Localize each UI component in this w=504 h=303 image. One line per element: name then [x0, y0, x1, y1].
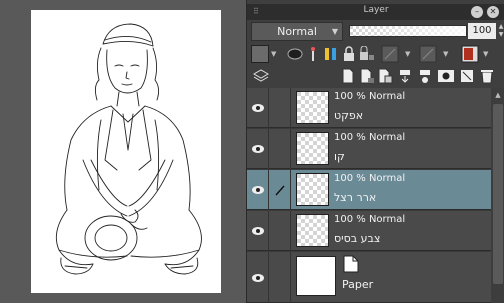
edit-target-cell[interactable] — [269, 129, 291, 169]
layer-row[interactable]: 100 % Normal קו — [247, 129, 491, 169]
visibility-toggle[interactable] — [247, 170, 269, 210]
visibility-toggle[interactable] — [247, 252, 269, 303]
chevron-down-icon[interactable]: ▼ — [271, 44, 276, 64]
layer-thumbnail — [296, 173, 329, 206]
layer-name[interactable]: Paper — [342, 278, 373, 291]
clear-layer-icon[interactable] — [459, 66, 475, 86]
pen-icon — [274, 185, 285, 196]
reference-icon[interactable] — [307, 44, 319, 64]
layer-thumbnail — [296, 256, 336, 296]
palette-color-icon[interactable] — [419, 44, 443, 64]
layer-mode: 100 % Normal — [334, 91, 406, 102]
blend-mode-select[interactable]: Normal ▼ — [251, 22, 343, 41]
visibility-toggle[interactable] — [247, 129, 269, 169]
layer-panel: ⠿ Layer – ✕ Normal ▼ 100 ▲ ▼ ▼ ▼ ▼ ▼ 100… — [246, 0, 504, 303]
merge-down-icon[interactable] — [397, 66, 413, 86]
paper-canvas[interactable] — [31, 10, 221, 293]
new-vector-layer-icon[interactable] — [359, 66, 375, 86]
color-chip-icon[interactable] — [251, 44, 269, 64]
chevron-down-icon[interactable]: ▼ — [483, 44, 488, 64]
blend-row: Normal ▼ 100 ▲ ▼ — [251, 22, 503, 42]
canvas-area[interactable] — [0, 0, 246, 303]
layer-thumbnail — [296, 91, 329, 124]
layer-name[interactable]: ארר רצל — [334, 191, 376, 204]
lock-icon[interactable] — [343, 44, 355, 64]
edit-target-cell[interactable] — [269, 88, 291, 128]
chevron-down-icon[interactable]: ▼ — [405, 44, 410, 64]
eye-icon — [251, 186, 264, 194]
layer-mode: 100 % Normal — [334, 214, 406, 225]
edit-target-cell[interactable] — [269, 170, 291, 210]
eye-icon — [251, 104, 264, 112]
panel-title: Layer — [363, 5, 389, 15]
eye-icon — [251, 273, 264, 282]
visibility-toggle[interactable] — [247, 88, 269, 128]
layer-stack-icon[interactable] — [253, 66, 269, 86]
mask-layer-icon[interactable] — [437, 66, 455, 86]
layer-mode: 100 % Normal — [334, 173, 406, 184]
chevron-down-icon[interactable]: ▼ — [443, 44, 448, 64]
transfer-down-icon[interactable] — [417, 66, 433, 86]
layer-row-paper[interactable]: Paper — [247, 252, 491, 303]
layer-name[interactable]: אפקט — [334, 109, 363, 122]
opacity-fill — [350, 26, 466, 36]
tool-row: ▼ ▼ ▼ ▼ — [251, 44, 503, 66]
chevron-down-icon: ▼ — [331, 27, 338, 36]
blend-mode-value: Normal — [277, 25, 317, 38]
eye-icon — [251, 145, 264, 153]
scroll-up-icon[interactable]: ▲ — [492, 89, 504, 101]
layer-list-scrollbar[interactable]: ▲ — [491, 88, 504, 303]
line-art-drawing — [55, 23, 202, 275]
layer-color-swatch-icon[interactable] — [461, 44, 481, 64]
paper-icon — [343, 255, 359, 273]
minimize-icon[interactable]: – — [471, 6, 483, 18]
opacity-slider[interactable] — [349, 25, 467, 37]
edit-target-cell[interactable] — [269, 252, 291, 303]
visibility-toggle[interactable] — [247, 211, 269, 251]
opacity-spinner[interactable]: ▲ ▼ — [497, 23, 504, 39]
layer-row-selected[interactable]: 100 % Normal ארר רצל — [247, 170, 491, 210]
new-folder-icon[interactable] — [377, 66, 393, 86]
lock-transparent-icon[interactable] — [359, 44, 375, 64]
edit-target-cell[interactable] — [269, 211, 291, 251]
layer-name[interactable]: קו — [334, 150, 345, 163]
close-icon[interactable]: ✕ — [487, 6, 499, 18]
color-pencil-icon[interactable] — [323, 44, 339, 64]
delete-layer-icon[interactable] — [479, 66, 495, 86]
layer-row[interactable]: 100 % Normal אפקט — [247, 88, 491, 128]
layer-mode: 100 % Normal — [334, 132, 406, 143]
layer-thumbnail — [296, 132, 329, 165]
eye-icon — [251, 227, 264, 235]
mask-icon[interactable] — [287, 44, 303, 64]
layer-thumbnail — [296, 214, 329, 247]
scroll-thumb[interactable] — [493, 104, 503, 284]
opacity-value-field[interactable]: 100 — [468, 23, 496, 39]
new-layer-icon[interactable] — [341, 66, 355, 86]
layer-color-icon[interactable] — [381, 44, 405, 64]
layer-list: 100 % Normal אפקט 100 % Normal קו 100 % … — [247, 88, 491, 303]
layer-name[interactable]: צבע בסיס — [334, 232, 380, 245]
panel-titlebar[interactable]: ⠿ Layer – ✕ — [247, 4, 504, 20]
layer-actions-row — [251, 66, 503, 86]
layer-row[interactable]: 100 % Normal צבע בסיס — [247, 211, 491, 251]
